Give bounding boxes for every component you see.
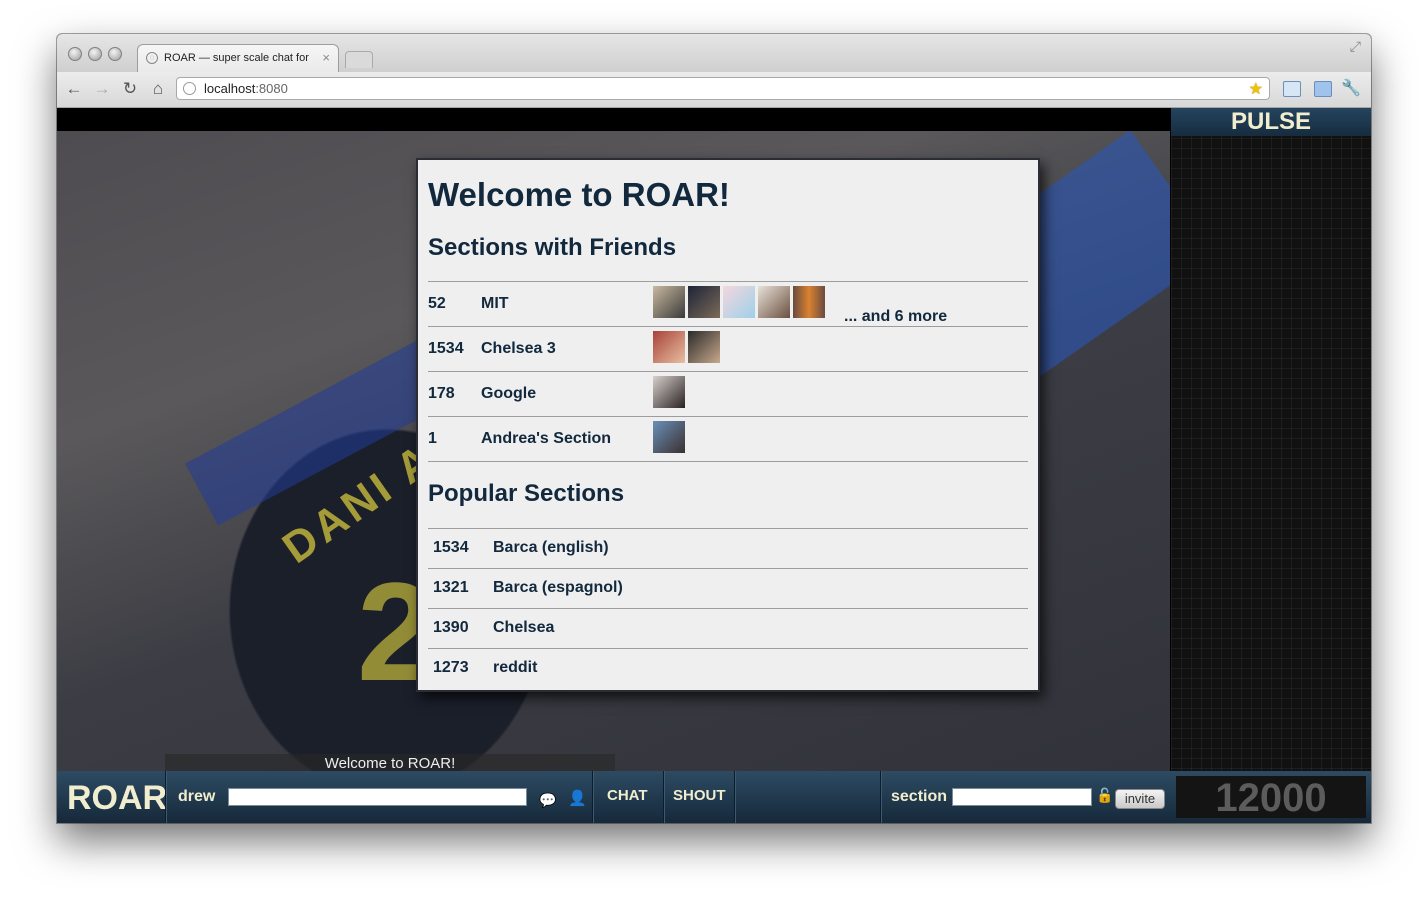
screenshot-extension-icon[interactable] xyxy=(1314,81,1332,97)
lock-icon[interactable]: 🔓 xyxy=(1096,787,1113,804)
divider xyxy=(165,771,166,823)
roar-logo: ROAR xyxy=(67,779,168,817)
friends-section-row[interactable]: 52 MIT ... and 6 more xyxy=(428,281,1028,326)
section-name: Google xyxy=(481,385,537,402)
popular-section-row[interactable]: 1534 Barca (english) xyxy=(428,528,1028,568)
reload-icon[interactable]: ↻ xyxy=(120,79,140,99)
divider xyxy=(592,771,593,823)
back-arrow-icon[interactable]: ← xyxy=(64,79,84,99)
pulse-panel: PULSE xyxy=(1171,108,1371,771)
popular-section-row[interactable]: 1273 reddit xyxy=(428,648,1028,688)
section-count: 1 xyxy=(428,430,437,447)
avatar[interactable] xyxy=(723,286,755,318)
popular-section-row[interactable]: 1390 Chelsea xyxy=(428,608,1028,648)
fullscreen-icon[interactable]: ⤢ xyxy=(1350,38,1361,55)
address-bar[interactable]: localhost:8080 ★ xyxy=(176,77,1270,100)
avatar[interactable] xyxy=(758,286,790,318)
browser-toolbar: ← → ↻ ⌂ localhost:8080 ★ 🔧 xyxy=(57,72,1371,108)
divider xyxy=(880,771,881,823)
section-name: reddit xyxy=(493,659,538,676)
globe-icon xyxy=(183,82,196,95)
home-icon[interactable]: ⌂ xyxy=(148,79,168,99)
section-count: 1534 xyxy=(433,539,469,556)
tab-title: ROAR — super scale chat for xyxy=(164,52,309,64)
invite-button[interactable]: invite xyxy=(1115,789,1165,809)
zoom-window-button[interactable] xyxy=(108,47,122,61)
avatar[interactable] xyxy=(793,286,825,318)
section-count: 1321 xyxy=(433,579,469,596)
browser-tab[interactable]: ◌ ROAR — super scale chat for × xyxy=(137,44,339,73)
section-count: 1390 xyxy=(433,619,469,636)
section-name: Chelsea 3 xyxy=(481,340,556,357)
pulse-title: PULSE xyxy=(1171,108,1371,136)
close-icon[interactable]: × xyxy=(322,50,330,65)
section-input[interactable] xyxy=(952,788,1092,806)
section-name: Barca (english) xyxy=(493,539,609,556)
section-label: section xyxy=(891,788,948,805)
more-friends-link[interactable]: ... and 6 more xyxy=(844,308,947,326)
bottom-bar: ROAR drew 💬 👤 CHAT SHOUT section 🔓 invit… xyxy=(57,771,1371,823)
section-count: 1273 xyxy=(433,659,469,676)
avatar[interactable] xyxy=(653,421,685,453)
roar-app: DANI ALV 2 Welcome to ROAR! PULSE Welcom… xyxy=(57,108,1371,823)
person-icon[interactable]: 👤 xyxy=(568,789,587,807)
browser-window: ◌ ROAR — super scale chat for × ⤢ ← → ↻ … xyxy=(57,34,1371,823)
divider xyxy=(663,771,664,823)
welcome-dialog: Welcome to ROAR! Sections with Friends 5… xyxy=(416,158,1040,692)
divider xyxy=(734,771,735,823)
section-name: Chelsea xyxy=(493,619,555,636)
friend-avatars xyxy=(653,421,688,453)
bookmark-star-icon[interactable]: ★ xyxy=(1249,79,1263,99)
avatar[interactable] xyxy=(688,286,720,318)
friends-heading: Sections with Friends xyxy=(428,234,677,261)
section-count: 1534 xyxy=(428,340,464,357)
forward-arrow-icon[interactable]: → xyxy=(92,79,112,99)
chat-input[interactable] xyxy=(228,788,527,806)
popular-heading: Popular Sections xyxy=(428,480,625,507)
friend-avatars xyxy=(653,286,828,318)
section-count: 178 xyxy=(428,385,455,402)
popular-section-row[interactable]: 1321 Barca (espagnol) xyxy=(428,568,1028,608)
section-name: MIT xyxy=(481,295,509,312)
friend-avatars xyxy=(653,376,688,408)
new-tab-button[interactable] xyxy=(345,51,373,68)
friend-avatars xyxy=(653,331,723,363)
extension-icon[interactable] xyxy=(1283,81,1301,97)
dialog-title: Welcome to ROAR! xyxy=(428,176,730,213)
username-label: drew xyxy=(178,788,216,805)
url-text: localhost:8080 xyxy=(204,81,288,96)
wrench-icon[interactable]: 🔧 xyxy=(1341,78,1361,98)
tab-bar: ◌ ROAR — super scale chat for × ⤢ xyxy=(57,34,1371,73)
chat-button[interactable]: CHAT xyxy=(607,787,648,804)
close-window-button[interactable] xyxy=(68,47,82,61)
avatar[interactable] xyxy=(653,331,685,363)
section-count: 52 xyxy=(428,295,446,312)
avatar[interactable] xyxy=(688,331,720,363)
section-name: Andrea's Section xyxy=(481,430,612,447)
globe-icon: ◌ xyxy=(146,52,158,64)
avatar[interactable] xyxy=(653,286,685,318)
avatar[interactable] xyxy=(653,376,685,408)
minimize-window-button[interactable] xyxy=(88,47,102,61)
friends-section-row[interactable]: 1534 Chelsea 3 xyxy=(428,326,1028,371)
shout-button[interactable]: SHOUT xyxy=(673,787,726,804)
section-name: Barca (espagnol) xyxy=(493,579,623,596)
chat-bubbles-icon[interactable]: 💬 xyxy=(539,792,556,809)
user-counter: 12000 xyxy=(1176,776,1366,820)
friends-section-row[interactable]: 1 Andrea's Section xyxy=(428,416,1028,462)
friends-section-row[interactable]: 178 Google xyxy=(428,371,1028,416)
